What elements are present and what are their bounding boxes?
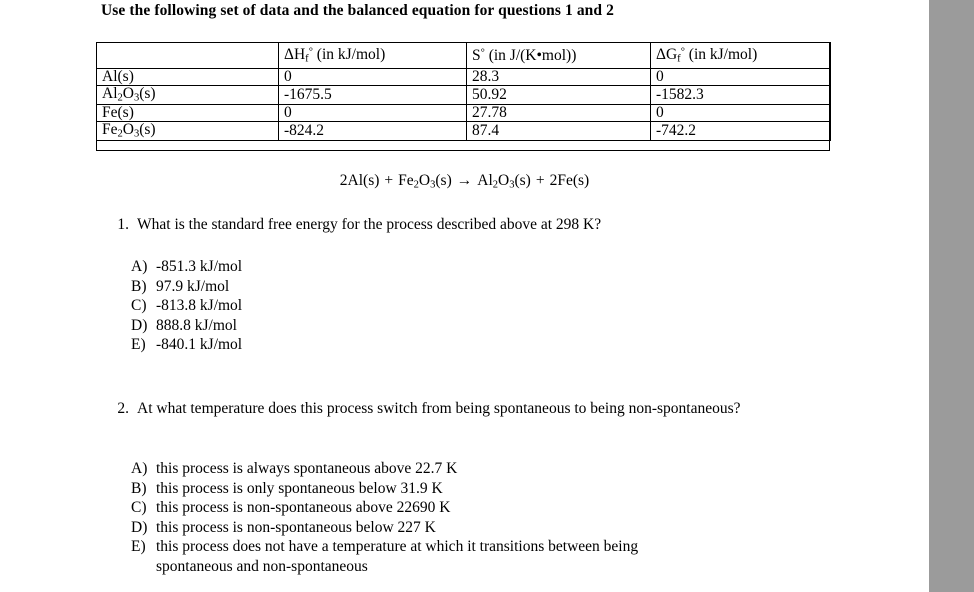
choice-1b[interactable]: B) 97.9 kJ/mol: [131, 277, 242, 297]
choice-2e-text: this process does not have a temperature…: [156, 538, 639, 555]
table-cell-dgf: -1582.3: [650, 85, 831, 105]
table-cell-entropy: 27.78: [466, 103, 651, 122]
table-row: Al(s) 0 28.3 0: [96, 68, 831, 86]
choice-1b-text: 97.9 kJ/mol: [156, 277, 230, 295]
s-units: (in J/(K•mol)): [484, 47, 577, 65]
s-symbol: S: [472, 47, 481, 65]
table-cell-entropy: 28.3: [466, 68, 651, 86]
reaction-arrow-icon: →: [456, 172, 473, 189]
table-cell-dhf: 0: [278, 68, 467, 86]
choice-2c[interactable]: C) this process is non-spontaneous above …: [131, 498, 638, 518]
choice-2e-label: E): [131, 538, 146, 555]
choice-1c-label: C): [131, 297, 147, 314]
question-2-choices: A) this process is always spontaneous abo…: [131, 459, 638, 576]
choice-1e-label: E): [131, 336, 146, 353]
dhf-units: (in kJ/mol): [312, 46, 386, 64]
table-row: Fe(s) 0 27.78 0: [96, 103, 831, 122]
question-1-text: What is the standard free energy for the…: [137, 216, 602, 233]
right-gray-margin: [929, 0, 974, 592]
choice-2a-label: A): [131, 460, 148, 477]
choice-2b[interactable]: B) this process is only spontaneous below…: [131, 479, 638, 499]
table-cell-dhf: -1675.5: [278, 85, 467, 105]
table-cell-dhf: 0: [278, 103, 467, 122]
table-header-cell-species: [96, 42, 279, 69]
equation-plus-1: +: [384, 172, 394, 189]
question-2-number: 2.: [117, 400, 129, 417]
species-element: O: [122, 120, 134, 138]
equation-reactant-1: 2Al(s): [339, 172, 380, 189]
choice-1e[interactable]: E) -840.1 kJ/mol: [131, 335, 242, 355]
thermodynamic-data-table: ΔHf° (in kJ/mol) S° (in J/(K•mol)) ΔGf° …: [96, 42, 831, 141]
table-row: Al2O3(s) -1675.5 50.92 -1582.3: [96, 85, 831, 105]
species-name: Al: [102, 85, 118, 102]
choice-2e[interactable]: E) this process does not have a temperatu…: [131, 537, 638, 576]
table-row: Fe2O3(s) -824.2 87.4 -742.2: [96, 120, 831, 141]
dgf-units: (in kJ/mol): [684, 46, 758, 64]
species-state: (s): [139, 85, 156, 102]
balanced-chemical-equation: 2Al(s) + Fe2O3(s) → Al2O3(s) +2Fe(s): [0, 172, 929, 190]
table-cell-entropy: 87.4: [466, 120, 651, 141]
question-2-text: At what temperature does this process sw…: [137, 400, 741, 417]
table-cell-dgf: 0: [650, 68, 831, 86]
table-cell-dhf: -824.2: [278, 120, 467, 141]
table-cell-species: Fe2O3(s): [96, 120, 279, 141]
question-1-choices: A) -851.3 kJ/mol B) 97.9 kJ/mol C) -813.8 k…: [131, 257, 242, 355]
table-header-cell-free-energy: ΔGf° (in kJ/mol): [650, 42, 831, 69]
table-cell-species: Fe(s): [96, 103, 279, 122]
equation-reactant-2: Fe2O3(s): [398, 172, 452, 191]
table-cell-entropy: 50.92: [466, 85, 651, 105]
choice-1c[interactable]: C) -813.8 kJ/mol: [131, 296, 242, 316]
dhf-symbol: ΔH: [284, 46, 306, 64]
table-header-row: ΔHf° (in kJ/mol) S° (in J/(K•mol)) ΔGf° …: [96, 42, 831, 69]
document-page: Use the following set of data and the ba…: [0, 0, 929, 592]
choice-1d-label: D): [131, 316, 148, 334]
choice-2a[interactable]: A) this process is always spontaneous abo…: [131, 459, 638, 479]
species-element: O: [122, 85, 134, 102]
question-1-number: 1.: [117, 216, 129, 233]
page-title: Use the following set of data and the ba…: [101, 2, 614, 19]
table-cell-species: Al(s): [96, 68, 279, 86]
equation-product-1: Al2O3(s): [477, 172, 531, 191]
choice-1b-label: B): [131, 277, 147, 295]
choice-2e-continuation: spontaneous and non-spontaneous: [156, 557, 368, 575]
choice-2d-text: this process is non-spontaneous below 22…: [156, 518, 436, 536]
species-name: Fe: [102, 120, 118, 138]
dgf-symbol: ΔG: [656, 46, 678, 64]
choice-2d-label: D): [131, 518, 148, 536]
choice-1a-text: -851.3 kJ/mol: [156, 258, 243, 275]
table-header-cell-enthalpy: ΔHf° (in kJ/mol): [278, 42, 467, 69]
choice-2a-text: this process is always spontaneous above…: [156, 460, 458, 477]
choice-1d[interactable]: D) 888.8 kJ/mol: [131, 316, 242, 336]
species-name: Al(s): [102, 68, 134, 86]
table-cell-dgf: -742.2: [650, 120, 831, 141]
choice-1a[interactable]: A) -851.3 kJ/mol: [131, 257, 242, 277]
choice-1d-text: 888.8 kJ/mol: [156, 316, 237, 334]
table-cell-dgf: 0: [650, 103, 831, 122]
choice-2d[interactable]: D) this process is non-spontaneous below …: [131, 518, 638, 538]
choice-2c-text: this process is non-spontaneous above 22…: [156, 499, 451, 516]
species-name: Fe(s): [102, 104, 134, 122]
equation-plus-2: +: [535, 172, 545, 189]
choice-2b-label: B): [131, 479, 147, 497]
choice-1e-text: -840.1 kJ/mol: [156, 336, 243, 353]
choice-2b-text: this process is only spontaneous below 3…: [156, 479, 443, 497]
species-state: (s): [139, 120, 156, 138]
table-header-cell-entropy: S° (in J/(K•mol)): [466, 42, 651, 69]
choice-2c-label: C): [131, 499, 147, 516]
equation-product-2: 2Fe(s): [549, 172, 590, 189]
choice-1c-text: -813.8 kJ/mol: [156, 297, 243, 314]
table-cell-species: Al2O3(s): [96, 85, 279, 105]
choice-1a-label: A): [131, 258, 148, 275]
